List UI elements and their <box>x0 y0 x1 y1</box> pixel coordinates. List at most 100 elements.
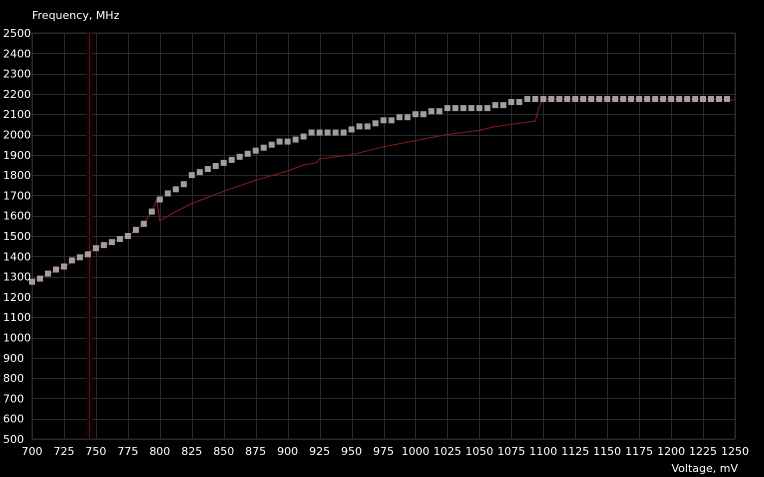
curve-point[interactable] <box>316 129 323 136</box>
x-tick-label: 700 <box>22 445 43 458</box>
curve-point[interactable] <box>388 117 395 124</box>
curve-point[interactable] <box>364 123 371 130</box>
curve-point[interactable] <box>300 133 307 140</box>
curve-point[interactable] <box>76 254 83 261</box>
curve-point[interactable] <box>356 123 363 130</box>
curve-point[interactable] <box>404 114 411 121</box>
curve-point[interactable] <box>180 181 187 188</box>
curve-point[interactable] <box>68 257 75 264</box>
curve-point[interactable] <box>612 96 619 102</box>
curve-point[interactable] <box>564 96 571 102</box>
y-axis-label: Frequency, MHz <box>32 9 120 22</box>
curve-point[interactable] <box>348 126 355 133</box>
curve-point[interactable] <box>284 138 291 145</box>
curve-point[interactable] <box>188 172 195 179</box>
curve-point[interactable] <box>380 117 387 124</box>
curve-point[interactable] <box>516 99 523 105</box>
curve-point[interactable] <box>620 96 627 102</box>
curve-point[interactable] <box>588 96 595 102</box>
default-curve-line <box>31 98 736 283</box>
curve-point[interactable] <box>212 163 219 169</box>
curve-point[interactable] <box>196 169 203 176</box>
curve-point[interactable] <box>444 105 451 112</box>
curve-point[interactable] <box>116 236 123 242</box>
curve-point[interactable] <box>204 166 211 172</box>
curve-point[interactable] <box>428 108 435 115</box>
curve-point[interactable] <box>37 275 43 282</box>
curve-point[interactable] <box>716 96 722 102</box>
curve-point[interactable] <box>628 96 635 102</box>
curve-point[interactable] <box>468 105 475 112</box>
x-tick-label: 1075 <box>497 445 525 458</box>
curve-point[interactable] <box>452 105 459 112</box>
curve-point[interactable] <box>660 96 667 102</box>
curve-point[interactable] <box>532 96 539 102</box>
curve-point[interactable] <box>524 96 531 102</box>
curve-point[interactable] <box>340 129 347 136</box>
curve-point[interactable] <box>308 129 315 136</box>
curve-point[interactable] <box>172 186 179 193</box>
curve-point[interactable] <box>140 220 147 227</box>
y-tick-label: 2300 <box>3 68 31 81</box>
curve-point[interactable] <box>700 96 706 102</box>
curve-point[interactable] <box>156 196 163 203</box>
curve-point[interactable] <box>652 96 659 102</box>
curve-point[interactable] <box>276 138 283 145</box>
curve-point[interactable] <box>108 239 115 246</box>
x-tick-label: 800 <box>149 445 170 458</box>
curve-point[interactable] <box>636 96 643 102</box>
curve-point[interactable] <box>412 111 419 118</box>
curve-point[interactable] <box>244 150 251 157</box>
curve-point[interactable] <box>500 102 507 109</box>
y-tick-label: 1900 <box>3 149 31 162</box>
curve-point[interactable] <box>556 96 563 102</box>
curve-point[interactable] <box>676 96 683 102</box>
curve-point[interactable] <box>100 242 107 249</box>
curve-point[interactable] <box>492 102 499 109</box>
y-tick-label: 1400 <box>3 250 31 263</box>
frequency-voltage-chart[interactable]: 5006007008009001000110012001300140015001… <box>0 0 764 477</box>
curve-point[interactable] <box>324 129 331 136</box>
curve-point[interactable] <box>508 99 515 105</box>
curve-point[interactable] <box>236 153 243 160</box>
curve-point[interactable] <box>436 108 443 115</box>
curve-point[interactable] <box>724 96 730 102</box>
curve-point[interactable] <box>548 96 555 102</box>
curve-point[interactable] <box>252 147 259 154</box>
curve-point[interactable] <box>292 136 299 143</box>
curve-point[interactable] <box>580 96 587 102</box>
curve-point[interactable] <box>540 96 547 102</box>
curve-point[interactable] <box>596 96 603 102</box>
curve-point[interactable] <box>668 96 675 102</box>
y-tick-label: 2200 <box>3 88 31 101</box>
curve-point[interactable] <box>268 141 275 148</box>
curve-point[interactable] <box>684 96 691 102</box>
curve-point[interactable] <box>92 245 99 252</box>
curve-point[interactable] <box>708 96 714 102</box>
curve-point[interactable] <box>372 120 379 127</box>
curve-point[interactable] <box>476 105 483 112</box>
curve-point[interactable] <box>124 233 131 239</box>
curve-point[interactable] <box>644 96 651 102</box>
curve-point[interactable] <box>148 208 155 215</box>
curve-point[interactable] <box>396 114 403 121</box>
curve-point[interactable] <box>53 266 59 273</box>
curve-point[interactable] <box>260 144 267 151</box>
curve-point[interactable] <box>332 129 339 136</box>
y-axis-tick-labels: 5006007008009001000110012001300140015001… <box>3 27 31 446</box>
curve-point[interactable] <box>572 96 579 102</box>
x-tick-label: 1175 <box>625 445 653 458</box>
curve-point[interactable] <box>45 270 51 277</box>
curve-point[interactable] <box>220 159 227 166</box>
curve-point[interactable] <box>61 263 67 270</box>
curve-point[interactable] <box>132 226 139 233</box>
curve-point[interactable] <box>460 105 467 112</box>
curve-point[interactable] <box>164 190 171 197</box>
curve-point[interactable] <box>228 156 235 163</box>
curve-point[interactable] <box>604 96 611 102</box>
curve-point[interactable] <box>420 111 427 118</box>
curve-point[interactable] <box>484 105 491 112</box>
x-tick-label: 1150 <box>593 445 621 458</box>
curve-point[interactable] <box>84 251 91 258</box>
curve-point[interactable] <box>692 96 699 102</box>
